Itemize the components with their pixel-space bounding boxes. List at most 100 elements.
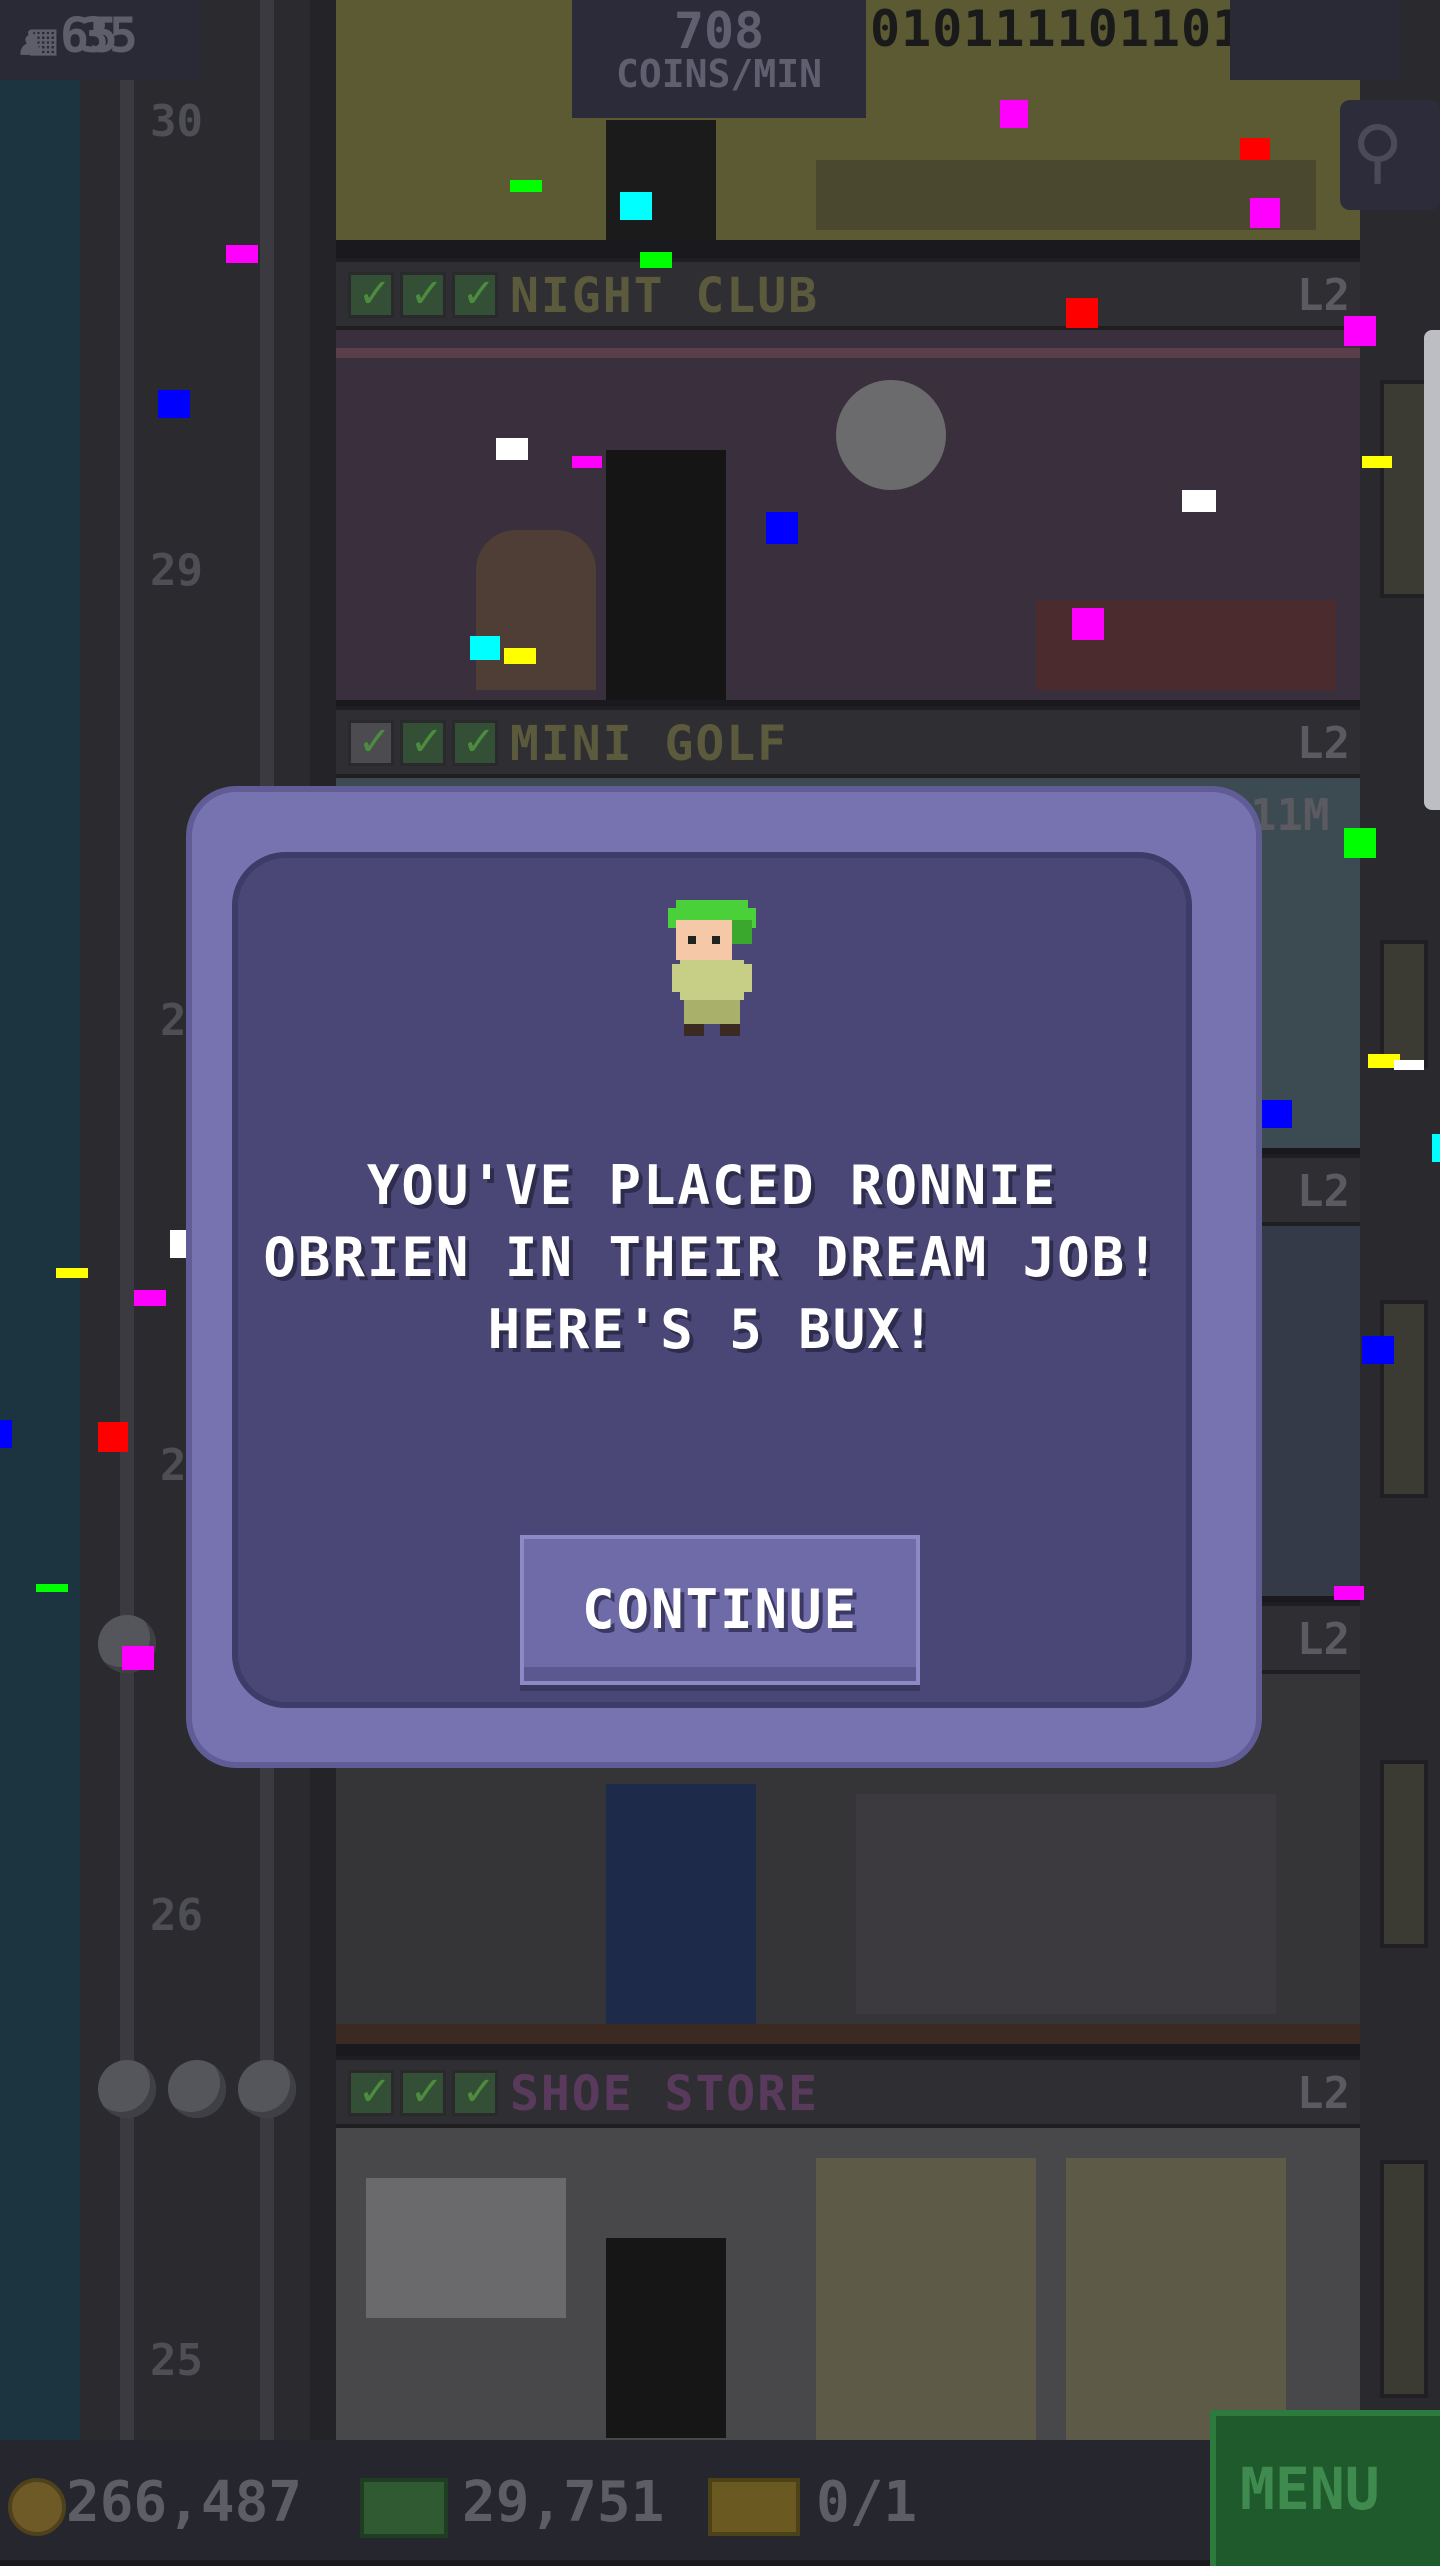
confetti — [1362, 1336, 1394, 1364]
office-desks — [816, 160, 1316, 230]
confetti — [496, 438, 528, 460]
binary-ticker: 0101111011011 — [870, 0, 1275, 58]
stair-slot — [1380, 2160, 1428, 2398]
confetti — [470, 636, 500, 660]
confetti — [1240, 138, 1270, 160]
tickets-value: 0/1 — [816, 2470, 918, 2535]
check-icon — [348, 2069, 394, 2116]
shoe-shelf — [816, 2158, 1036, 2440]
room-door — [606, 1784, 756, 2044]
stair-slot — [1380, 940, 1428, 1068]
room-shoe-store[interactable] — [336, 2128, 1360, 2440]
floor-number: 25 — [150, 2335, 203, 2386]
check-icon — [452, 271, 498, 318]
shoe-shelf — [1066, 2158, 1286, 2440]
floor-number: 2 — [160, 1440, 187, 1491]
room-door — [606, 450, 726, 700]
room-level: L2 — [1297, 1614, 1350, 1665]
confetti — [170, 1230, 192, 1258]
floor-number: 29 — [150, 545, 203, 596]
building-icon: ▦ — [30, 14, 57, 65]
check-icon — [400, 719, 446, 766]
check-icon — [452, 2069, 498, 2116]
confetti — [1000, 100, 1028, 128]
confetti — [510, 180, 542, 192]
confetti — [1362, 456, 1392, 468]
dialog-message: YOU'VE PLACED RONNIE OBRIEN IN THEIR DRE… — [232, 1150, 1192, 1366]
store-sign — [366, 2178, 566, 2318]
message-line: HERE'S 5 BUX! — [487, 1298, 937, 1361]
star-icon — [168, 2060, 226, 2118]
confetti — [1260, 1100, 1292, 1128]
ceiling-beam — [336, 348, 1360, 358]
floor-counter[interactable] — [1230, 0, 1400, 80]
income-rate-unit: COINS/MIN — [616, 52, 822, 96]
confetti — [1250, 198, 1280, 228]
confetti — [158, 390, 190, 418]
magnifier-icon: ⚲ — [1352, 110, 1404, 192]
confetti — [56, 1268, 88, 1278]
room-name-shoe-store: SHOE STORE — [510, 2066, 819, 2122]
coin-icon — [8, 2478, 66, 2536]
stair-slot — [1380, 380, 1428, 598]
confetti — [640, 252, 672, 268]
partial-label: 11M — [1250, 790, 1330, 841]
ticket-icon[interactable] — [708, 2478, 800, 2536]
check-icon — [348, 271, 394, 318]
floor-count-value: 35 — [80, 8, 138, 64]
message-line: YOU'VE PLACED RONNIE — [366, 1154, 1058, 1217]
confetti — [1394, 1060, 1424, 1070]
confetti — [1432, 1134, 1440, 1162]
star-icon — [238, 2060, 296, 2118]
menu-label: MENU — [1240, 2455, 1380, 2523]
coins-value: 266,487 — [66, 2470, 303, 2535]
confetti — [1072, 608, 1104, 640]
store-floor — [336, 2024, 1360, 2044]
continue-button[interactable]: CONTINUE — [520, 1535, 920, 1685]
confetti — [1066, 298, 1098, 328]
continue-label: CONTINUE — [581, 1578, 859, 1641]
disco-ball — [836, 380, 946, 490]
income-rate-panel: 708 COINS/MIN — [572, 0, 866, 118]
confetti — [1344, 828, 1376, 858]
stair-slot — [1380, 1760, 1428, 1948]
confetti — [122, 1646, 154, 1670]
check-icon — [400, 271, 446, 318]
confetti — [98, 1422, 128, 1452]
message-line: OBRIEN IN THEIR DREAM JOB! — [263, 1226, 1161, 1289]
bitizen-avatar — [668, 900, 756, 1036]
store-shelves — [856, 1794, 1276, 2014]
check-icon — [452, 719, 498, 766]
room-level: L2 — [1297, 2068, 1350, 2119]
room-door — [606, 2238, 726, 2438]
confetti — [1182, 490, 1216, 512]
confetti — [504, 648, 536, 664]
confetti — [36, 1584, 68, 1592]
confetti — [620, 192, 652, 220]
room-level: L2 — [1297, 718, 1350, 769]
confetti — [1344, 316, 1376, 346]
floor-number: 2 — [160, 995, 187, 1046]
floor-number: 26 — [150, 1890, 203, 1941]
side-scroll-handle[interactable] — [1424, 330, 1440, 810]
sky-background — [0, 0, 80, 2440]
star-icon — [98, 2060, 156, 2118]
confetti — [572, 456, 602, 468]
confetti — [0, 1420, 12, 1448]
room-level: L2 — [1297, 270, 1350, 321]
confetti — [766, 512, 798, 544]
clock-icon — [348, 719, 394, 766]
confetti — [226, 245, 258, 263]
bux-icon[interactable] — [360, 2478, 448, 2538]
room-level: L2 — [1297, 1166, 1350, 1217]
confetti — [1334, 1586, 1364, 1600]
confetti — [134, 1290, 166, 1306]
room-name-night-club: NIGHT CLUB — [510, 268, 819, 324]
guest-sprite — [476, 530, 596, 690]
room-door — [606, 120, 716, 240]
floor-number: 30 — [150, 96, 203, 147]
bux-value: 29,751 — [462, 2470, 665, 2535]
check-icon — [400, 2069, 446, 2116]
stair-slot — [1380, 1300, 1428, 1498]
room-name-mini-golf: MINI GOLF — [510, 716, 789, 772]
